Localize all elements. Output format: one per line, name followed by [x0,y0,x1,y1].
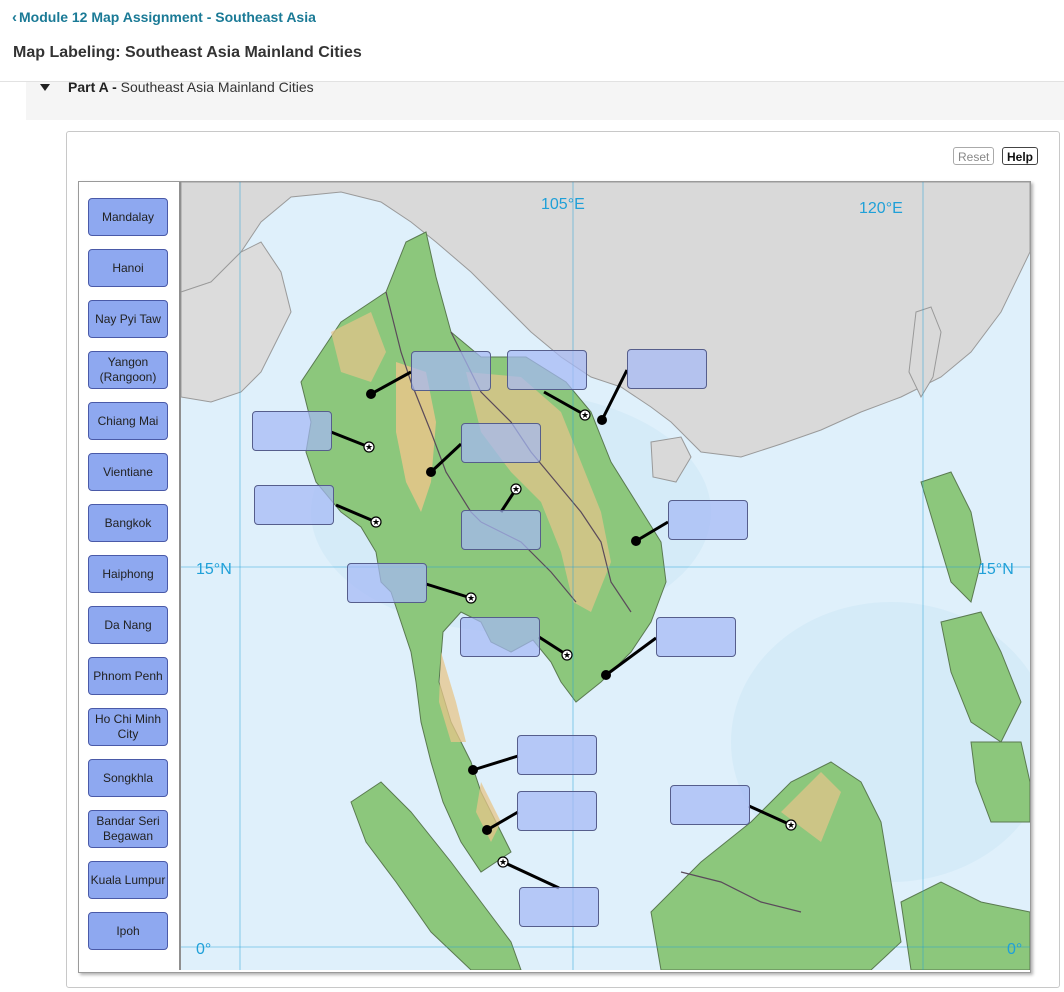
label-chip-kuala-lumpur[interactable]: Kuala Lumpur [88,861,168,899]
label-chip-bandar-seri-begawan[interactable]: Bandar Seri Begawan [88,810,168,848]
svg-text:★: ★ [512,485,520,495]
city-dot [482,825,492,835]
drop-target[interactable] [627,349,707,389]
label-bank: Mandalay Hanoi Nay Pyi Taw Yangon (Rango… [79,182,181,970]
svg-text:★: ★ [563,651,571,661]
drop-target[interactable] [460,617,540,657]
part-prefix: Part A - [68,79,117,95]
drop-target[interactable] [507,350,587,390]
label-chip-yangon[interactable]: Yangon (Rangoon) [88,351,168,389]
drop-target[interactable] [656,617,736,657]
label-chip-da-nang[interactable]: Da Nang [88,606,168,644]
chevron-left-icon: ‹ [12,9,17,26]
svg-text:★: ★ [372,518,380,528]
latitude-label: 0° [1007,941,1022,958]
city-dot [468,765,478,775]
label-chip-mandalay[interactable]: Mandalay [88,198,168,236]
label-chip-nay-pyi-taw[interactable]: Nay Pyi Taw [88,300,168,338]
latitude-label: 0° [196,941,211,958]
city-dot [597,415,607,425]
label-chip-vientiane[interactable]: Vientiane [88,453,168,491]
drop-target[interactable] [252,411,332,451]
back-to-assignment-link[interactable]: ‹ Module 12 Map Assignment - Southeast As… [12,9,316,26]
labeling-work-area: Mandalay Hanoi Nay Pyi Taw Yangon (Rango… [78,181,1031,973]
back-link-label: Module 12 Map Assignment - Southeast Asi… [19,9,316,25]
svg-text:★: ★ [787,821,795,831]
drop-target[interactable] [517,735,597,775]
map-graphic: 105°E 120°E 15°N 15°N 0° 0° ★★★ ★★★ ★★ [181,182,1030,970]
city-dot [366,389,376,399]
latitude-label: 15°N [978,561,1014,578]
drop-target[interactable] [411,351,491,391]
longitude-label: 105°E [541,196,585,213]
label-chip-songkhla[interactable]: Songkhla [88,759,168,797]
city-dot [426,467,436,477]
drop-target[interactable] [347,563,427,603]
southeast-asia-map: 105°E 120°E 15°N 15°N 0° 0° ★ ★ ★ ★ ★ ★ … [181,182,1030,970]
longitude-label: 120°E [859,200,903,217]
label-chip-phnom-penh[interactable]: Phnom Penh [88,657,168,695]
latitude-label: 15°N [196,561,232,578]
drop-target[interactable] [668,500,748,540]
svg-text:★: ★ [581,411,589,421]
svg-text:★: ★ [365,443,373,453]
drop-target[interactable] [517,791,597,831]
part-name: Southeast Asia Mainland Cities [120,79,314,95]
drop-target[interactable] [461,510,541,550]
label-chip-hanoi[interactable]: Hanoi [88,249,168,287]
page-title: Map Labeling: Southeast Asia Mainland Ci… [13,44,362,61]
drop-target[interactable] [519,887,599,927]
label-chip-bangkok[interactable]: Bangkok [88,504,168,542]
help-button[interactable]: Help [1002,147,1039,165]
drop-target[interactable] [461,423,541,463]
city-dot [601,670,611,680]
svg-text:★: ★ [467,594,475,604]
label-chip-haiphong[interactable]: Haiphong [88,555,168,593]
label-chip-ho-chi-minh-city[interactable]: Ho Chi Minh City [88,708,168,746]
drop-target[interactable] [254,485,334,525]
drop-target[interactable] [670,785,750,825]
city-dot [631,536,641,546]
collapse-caret-icon[interactable] [40,84,50,91]
label-chip-chiang-mai[interactable]: Chiang Mai [88,402,168,440]
label-chip-ipoh[interactable]: Ipoh [88,912,168,950]
svg-text:★: ★ [499,858,507,868]
part-title: Part A - Southeast Asia Mainland Cities [68,79,314,95]
reset-button[interactable]: Reset [953,147,995,165]
